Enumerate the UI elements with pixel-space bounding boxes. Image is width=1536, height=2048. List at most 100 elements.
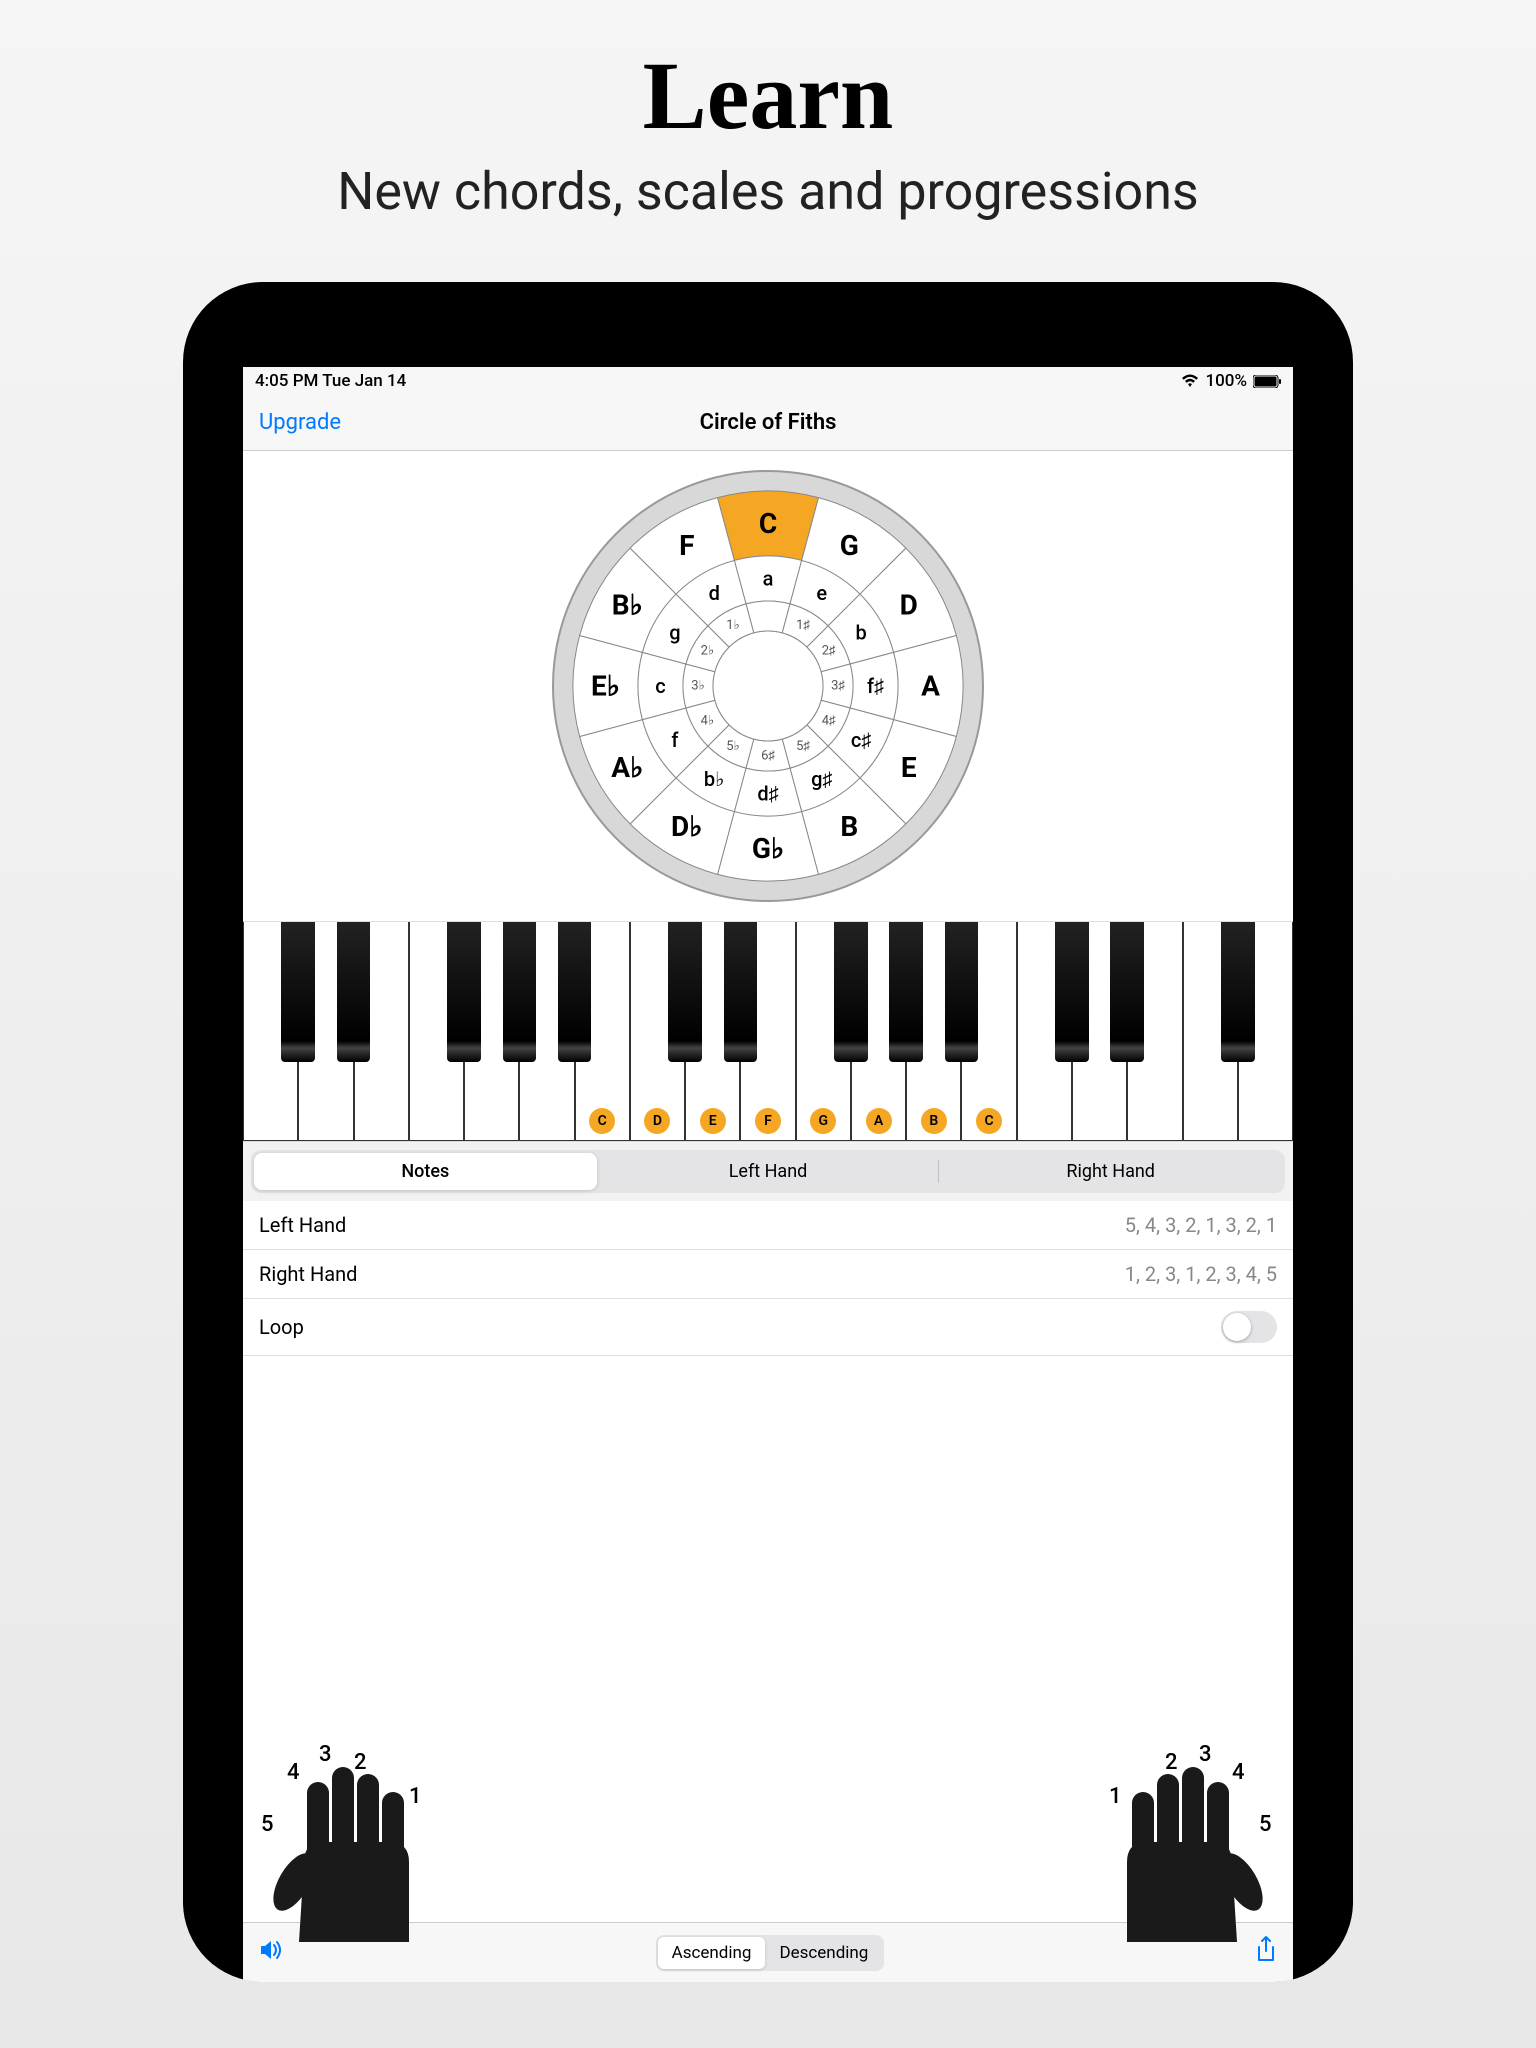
svg-text:6♯: 6♯ xyxy=(761,749,775,764)
left-hand-label: Left Hand xyxy=(259,1213,346,1237)
svg-text:E: E xyxy=(901,751,917,784)
black-key[interactable] xyxy=(503,922,537,1062)
tab-left-hand[interactable]: Left Hand xyxy=(597,1153,940,1190)
black-key[interactable] xyxy=(834,922,868,1062)
status-right: 100% xyxy=(1181,371,1281,391)
left-finger-2: 2 xyxy=(354,1750,367,1775)
note-marker: C xyxy=(589,1108,615,1134)
left-hand-value: 5, 4, 3, 2, 1, 3, 2, 1 xyxy=(1125,1213,1277,1237)
svg-text:2♯: 2♯ xyxy=(822,644,836,659)
left-finger-1: 1 xyxy=(409,1784,422,1809)
svg-text:e: e xyxy=(816,581,827,605)
svg-text:A♭: A♭ xyxy=(611,751,643,784)
direction-segmented[interactable]: AscendingDescending xyxy=(656,1935,885,1971)
right-hand-row[interactable]: Right Hand 1, 2, 3, 1, 2, 3, 4, 5 xyxy=(243,1250,1293,1299)
svg-text:4♭: 4♭ xyxy=(701,714,714,729)
tab-right-hand[interactable]: Right Hand xyxy=(939,1153,1282,1190)
black-key[interactable] xyxy=(447,922,481,1062)
svg-text:E♭: E♭ xyxy=(591,670,620,703)
status-time: 4:05 PM Tue Jan 14 xyxy=(255,371,406,391)
svg-text:3♭: 3♭ xyxy=(691,679,704,694)
hero-subtitle: New chords, scales and progressions xyxy=(337,161,1199,222)
loop-toggle[interactable] xyxy=(1221,1311,1277,1343)
left-hand-row[interactable]: Left Hand 5, 4, 3, 2, 1, 3, 2, 1 xyxy=(243,1201,1293,1250)
svg-text:c: c xyxy=(655,674,665,698)
right-finger-2: 2 xyxy=(1165,1750,1178,1775)
svg-text:a: a xyxy=(763,567,774,591)
black-key[interactable] xyxy=(337,922,371,1062)
loop-label: Loop xyxy=(259,1315,304,1339)
battery-percent: 100% xyxy=(1205,371,1247,391)
piano-keyboard[interactable]: CDEFGABC xyxy=(243,921,1293,1141)
sound-button[interactable] xyxy=(259,1938,285,1968)
display-mode-segmented[interactable]: NotesLeft HandRight Hand xyxy=(251,1150,1285,1193)
black-key[interactable] xyxy=(558,922,592,1062)
svg-text:1♯: 1♯ xyxy=(796,618,810,633)
wifi-icon xyxy=(1181,374,1199,388)
hands-area: 54321 12345 xyxy=(243,1356,1293,1922)
note-marker: G xyxy=(810,1108,836,1134)
svg-text:f♯: f♯ xyxy=(867,674,884,698)
svg-text:g: g xyxy=(669,620,680,644)
svg-text:F: F xyxy=(679,529,694,562)
svg-text:d: d xyxy=(709,581,720,605)
tab-notes[interactable]: Notes xyxy=(254,1153,597,1190)
svg-text:3♯: 3♯ xyxy=(831,679,845,694)
black-key[interactable] xyxy=(1110,922,1144,1062)
left-finger-3: 3 xyxy=(319,1742,332,1767)
note-marker: E xyxy=(700,1108,726,1134)
nav-bar: Upgrade Circle of Fiths xyxy=(243,395,1293,451)
right-finger-1: 1 xyxy=(1109,1784,1122,1809)
svg-text:G: G xyxy=(840,529,859,562)
svg-text:4♯: 4♯ xyxy=(822,714,836,729)
svg-text:5♭: 5♭ xyxy=(726,739,739,754)
black-key[interactable] xyxy=(1221,922,1255,1062)
black-key[interactable] xyxy=(281,922,315,1062)
svg-text:g♯: g♯ xyxy=(811,767,832,791)
svg-text:A: A xyxy=(921,670,940,703)
display-mode-row: NotesLeft HandRight Hand xyxy=(243,1141,1293,1201)
black-key[interactable] xyxy=(724,922,758,1062)
status-bar: 4:05 PM Tue Jan 14 100% xyxy=(243,367,1293,395)
right-hand-label: Right Hand xyxy=(259,1262,357,1286)
black-key[interactable] xyxy=(668,922,702,1062)
svg-text:1♭: 1♭ xyxy=(726,618,739,633)
ipad-frame: 4:05 PM Tue Jan 14 100% Upgrade Circle o… xyxy=(183,282,1353,1982)
right-hand-value: 1, 2, 3, 1, 2, 3, 4, 5 xyxy=(1125,1262,1277,1286)
note-marker: C xyxy=(976,1108,1002,1134)
screen-title: Circle of Fiths xyxy=(243,410,1293,435)
svg-text:B: B xyxy=(840,810,858,843)
right-finger-5: 5 xyxy=(1259,1812,1272,1837)
right-finger-3: 3 xyxy=(1199,1742,1212,1767)
left-finger-4: 4 xyxy=(287,1760,300,1785)
black-key[interactable] xyxy=(889,922,923,1062)
svg-text:b: b xyxy=(855,620,866,644)
black-key[interactable] xyxy=(1055,922,1089,1062)
svg-text:B♭: B♭ xyxy=(612,588,643,621)
svg-text:d♯: d♯ xyxy=(757,782,778,806)
note-marker: A xyxy=(866,1108,892,1134)
svg-text:5♯: 5♯ xyxy=(796,739,810,754)
svg-text:G♭: G♭ xyxy=(752,832,784,865)
direction-descending[interactable]: Descending xyxy=(765,1937,882,1969)
app-screen: 4:05 PM Tue Jan 14 100% Upgrade Circle o… xyxy=(243,367,1293,1982)
note-marker: B xyxy=(921,1108,947,1134)
svg-text:D♭: D♭ xyxy=(671,810,702,843)
note-marker: D xyxy=(644,1108,670,1134)
loop-row: Loop xyxy=(243,1299,1293,1356)
svg-text:2♭: 2♭ xyxy=(701,644,714,659)
hero-title: Learn xyxy=(643,40,894,151)
black-key[interactable] xyxy=(945,922,979,1062)
right-hand-diagram: 1 234 5 xyxy=(1077,1722,1277,1922)
svg-text:c♯: c♯ xyxy=(851,728,871,752)
battery-icon xyxy=(1253,375,1281,388)
direction-ascending[interactable]: Ascending xyxy=(658,1937,766,1969)
upgrade-button[interactable]: Upgrade xyxy=(259,410,341,435)
left-finger-5: 5 xyxy=(261,1812,274,1837)
left-hand-diagram: 5 432 1 xyxy=(259,1722,459,1922)
circle-of-fifths[interactable]: CGDAEBG♭D♭A♭E♭B♭Faebf♯c♯g♯d♯b♭fcgd1♯2♯3♯… xyxy=(243,451,1293,921)
note-marker: F xyxy=(755,1108,781,1134)
right-finger-4: 4 xyxy=(1232,1760,1245,1785)
svg-text:C: C xyxy=(759,507,777,540)
svg-text:f: f xyxy=(671,728,679,752)
